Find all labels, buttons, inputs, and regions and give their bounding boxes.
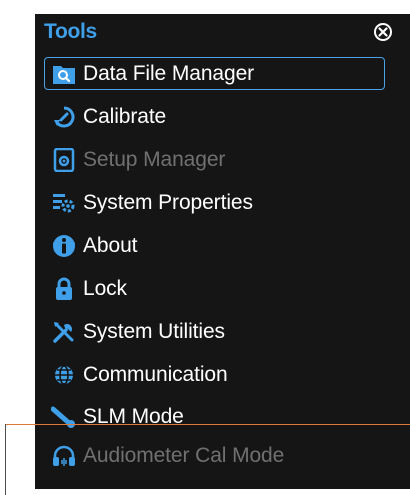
menu-title: Tools xyxy=(44,20,97,43)
callout-line-horizontal xyxy=(5,424,410,425)
menu-item-calibrate[interactable]: Calibrate xyxy=(45,100,382,133)
menu-item-label: Audiometer Cal Mode xyxy=(83,443,285,467)
menu-item-lock[interactable]: Lock xyxy=(45,272,382,305)
menu-item-label: System Properties xyxy=(83,190,253,214)
calibrate-icon xyxy=(51,104,77,130)
info-icon xyxy=(51,233,77,259)
microphone-icon xyxy=(51,404,77,430)
setup-document-icon xyxy=(51,147,77,173)
menu-item-label: Communication xyxy=(83,362,228,386)
menu-item-system-utilities[interactable]: System Utilities xyxy=(45,315,382,348)
headphones-icon xyxy=(51,443,77,469)
globe-icon xyxy=(51,362,77,388)
menu-item-slm-mode[interactable]: SLM Mode xyxy=(45,400,382,433)
menu-item-setup-manager[interactable]: Setup Manager xyxy=(45,143,382,176)
menu-item-label: Calibrate xyxy=(83,104,167,128)
tools-icon xyxy=(51,319,77,345)
menu-item-label: Lock xyxy=(83,276,127,300)
system-properties-icon xyxy=(51,190,77,216)
menu-item-label: About xyxy=(83,233,138,257)
menu-item-system-properties[interactable]: System Properties xyxy=(45,186,382,219)
menu-item-about[interactable]: About xyxy=(45,229,382,262)
callout-line-vertical xyxy=(5,424,6,495)
menu-item-label: Data File Manager xyxy=(83,61,255,85)
menu-item-audiometer-cal-mode[interactable]: Audiometer Cal Mode xyxy=(45,439,382,472)
menu-item-label: System Utilities xyxy=(83,319,225,343)
menu-item-communication[interactable]: Communication xyxy=(45,358,382,391)
close-icon xyxy=(374,23,392,41)
lock-icon xyxy=(51,276,77,302)
menu-item-data-file-manager[interactable]: Data File Manager xyxy=(44,57,385,90)
search-folder-icon xyxy=(51,61,77,87)
close-button[interactable] xyxy=(373,22,393,42)
menu-item-label: Setup Manager xyxy=(83,147,226,171)
tools-menu-panel: Tools Data File Manager Calibrate Setup … xyxy=(35,14,410,489)
